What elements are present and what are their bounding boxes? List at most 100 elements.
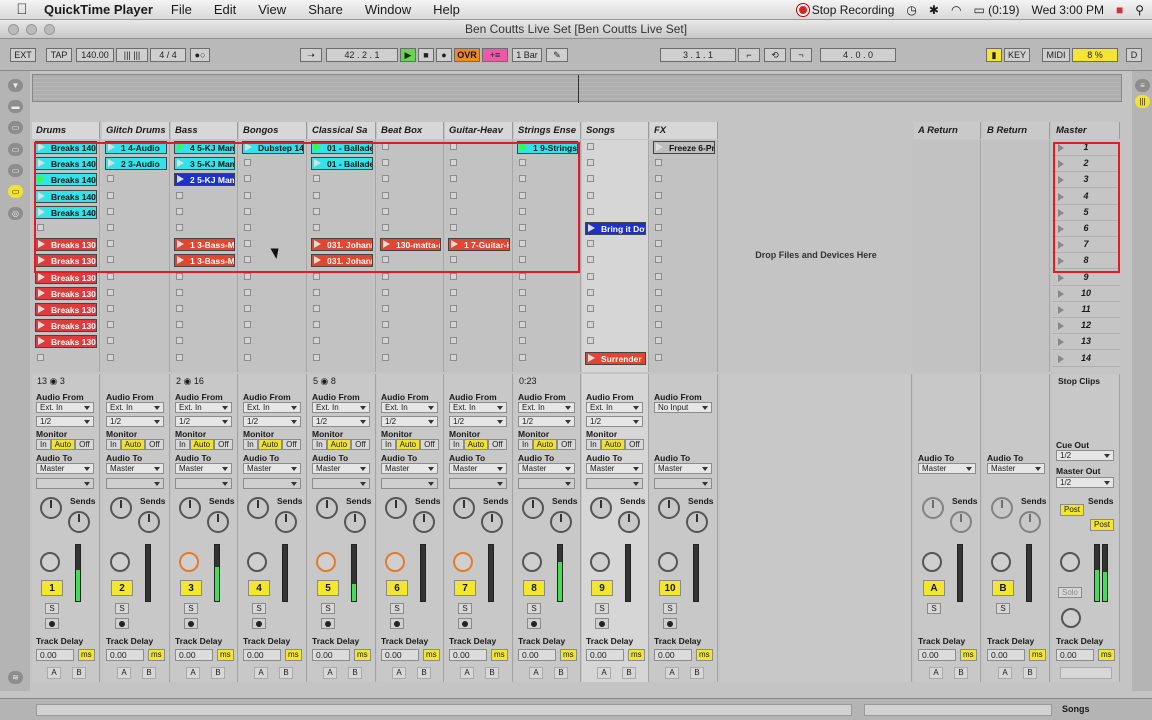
- clip-stop-icon[interactable]: [587, 256, 594, 264]
- empty-clip-slot[interactable]: [171, 286, 238, 300]
- solo-button[interactable]: S: [252, 603, 266, 614]
- zoom-window-button[interactable]: [44, 24, 55, 35]
- punch-out-button[interactable]: ¬: [790, 48, 812, 62]
- crossfade-a-button[interactable]: A: [529, 667, 543, 679]
- empty-clip-slot[interactable]: [239, 221, 307, 235]
- track-delay-field[interactable]: 0.00: [654, 649, 692, 661]
- clip-slot[interactable]: 3 5-KJ Mam: [171, 156, 238, 171]
- arrangement-view-icon[interactable]: ≡: [1135, 79, 1150, 92]
- track-activator-10[interactable]: 10: [659, 580, 681, 596]
- empty-clip-slot[interactable]: [308, 172, 376, 186]
- tempo-field[interactable]: 140.00: [76, 48, 114, 62]
- clip[interactable]: Freeze 6-Pri: [653, 141, 715, 154]
- delay-unit-ms[interactable]: ms: [696, 649, 713, 661]
- monitor-off-button[interactable]: Off: [145, 439, 164, 450]
- solo-button[interactable]: S: [45, 603, 59, 614]
- master-solo-button[interactable]: Solo: [1058, 587, 1082, 598]
- clip-launch-icon[interactable]: [656, 143, 663, 151]
- empty-clip-slot[interactable]: [239, 253, 307, 267]
- clip-slot[interactable]: Breaks 130: [32, 318, 100, 333]
- help-view-icon[interactable]: ≋: [8, 671, 23, 684]
- menu-window[interactable]: Window: [365, 2, 411, 17]
- clip-stop-icon[interactable]: [37, 353, 44, 361]
- clip[interactable]: 01 - Ballade: [311, 157, 373, 171]
- clip-stop-icon[interactable]: [587, 272, 594, 280]
- clock[interactable]: Wed 3:00 PM: [1031, 3, 1103, 17]
- arm-button[interactable]: [595, 618, 609, 629]
- solo-button[interactable]: S: [115, 603, 129, 614]
- empty-clip-slot[interactable]: [445, 286, 513, 300]
- track-delay-field[interactable]: 0.00: [987, 649, 1025, 661]
- monitor-selector[interactable]: In Auto Off: [586, 439, 644, 450]
- clip-slot[interactable]: 1 4-Audio: [102, 140, 170, 154]
- clip-launch-icon[interactable]: [588, 224, 595, 232]
- monitor-in-button[interactable]: In: [36, 439, 51, 450]
- monitor-auto-button[interactable]: Auto: [50, 439, 76, 450]
- empty-clip-slot[interactable]: [582, 156, 649, 170]
- empty-clip-slot[interactable]: [650, 156, 718, 170]
- scene-launch-icon[interactable]: [1058, 289, 1064, 298]
- clip-slot[interactable]: Breaks 140: [32, 189, 100, 203]
- monitor-auto-button[interactable]: Auto: [395, 439, 421, 450]
- empty-clip-slot[interactable]: [239, 318, 307, 332]
- scene-launch-6[interactable]: 6: [1052, 221, 1120, 237]
- crossfade-b-button[interactable]: B: [417, 667, 431, 679]
- monitor-auto-button[interactable]: Auto: [463, 439, 489, 450]
- send-a-knob[interactable]: [40, 497, 62, 519]
- scene-launch-icon[interactable]: [1058, 273, 1064, 282]
- clip-stop-icon[interactable]: [519, 224, 526, 231]
- clip-slot[interactable]: Dubstep 140: [239, 140, 307, 154]
- crossfade-a-button[interactable]: A: [998, 667, 1012, 679]
- clip-stop-icon[interactable]: [655, 191, 662, 199]
- clip-stop-icon[interactable]: [107, 207, 114, 215]
- crossfade-b-button[interactable]: B: [485, 667, 499, 679]
- send-a-knob[interactable]: [991, 497, 1013, 519]
- empty-clip-slot[interactable]: [102, 189, 170, 203]
- clip[interactable]: Breaks 130: [35, 286, 97, 300]
- clip-stop-icon[interactable]: [655, 353, 662, 361]
- clip[interactable]: 031. Johann: [311, 254, 373, 268]
- track-delay-field[interactable]: 0.00: [381, 649, 419, 661]
- empty-clip-slot[interactable]: [102, 286, 170, 300]
- input-channel-select[interactable]: 1/2: [36, 416, 94, 427]
- empty-clip-slot[interactable]: [377, 351, 444, 365]
- battery-status[interactable]: ▭ (0:19): [973, 3, 1019, 17]
- empty-clip-slot[interactable]: [377, 318, 444, 332]
- empty-clip-slot[interactable]: [445, 302, 513, 316]
- clip-stop-icon[interactable]: [244, 207, 251, 215]
- clip-stop-icon[interactable]: [587, 159, 594, 167]
- crossfade-a-button[interactable]: A: [392, 667, 406, 679]
- audio-to-select[interactable]: Master: [449, 463, 507, 474]
- clip-stop-icon[interactable]: [450, 159, 457, 167]
- clip[interactable]: 1 9-Strings: [517, 141, 578, 154]
- empty-clip-slot[interactable]: [514, 156, 581, 170]
- empty-clip-slot[interactable]: [445, 253, 513, 267]
- clip-stop-icon[interactable]: [450, 191, 457, 199]
- clip-slot[interactable]: Breaks 130: [32, 270, 100, 284]
- menu-share[interactable]: Share: [308, 2, 343, 17]
- monitor-off-button[interactable]: Off: [625, 439, 644, 450]
- track-header-5[interactable]: Beat Box: [377, 122, 444, 139]
- clip-stop-icon[interactable]: [382, 175, 389, 183]
- track-activator-2[interactable]: 2: [111, 580, 133, 596]
- input-channel-select[interactable]: 1/2: [449, 416, 507, 427]
- track-activator-4[interactable]: 4: [248, 580, 270, 596]
- clip-slot[interactable]: 01 - Ballade: [308, 156, 376, 171]
- monitor-in-button[interactable]: In: [518, 439, 533, 450]
- track-delay-field[interactable]: 0.00: [312, 649, 350, 661]
- empty-clip-slot[interactable]: [239, 156, 307, 170]
- clip-stop-icon[interactable]: [313, 353, 320, 361]
- clip-stop-icon[interactable]: [107, 175, 114, 183]
- clip-slot[interactable]: 01 - Ballade: [308, 140, 376, 154]
- clip-slot[interactable]: 4 5-KJ Mam: [171, 140, 238, 154]
- clip[interactable]: Bring it Dow: [585, 222, 646, 235]
- clip-slot[interactable]: Breaks 130: [32, 237, 100, 252]
- clip-launch-icon[interactable]: [177, 256, 184, 265]
- monitor-in-button[interactable]: In: [586, 439, 601, 450]
- clip-launch-icon[interactable]: [38, 305, 45, 313]
- empty-clip-slot[interactable]: [650, 237, 718, 251]
- empty-clip-slot[interactable]: [308, 221, 376, 235]
- clip-launch-icon[interactable]: [108, 143, 115, 151]
- empty-clip-slot[interactable]: [582, 286, 649, 300]
- pan-knob[interactable]: [453, 552, 473, 572]
